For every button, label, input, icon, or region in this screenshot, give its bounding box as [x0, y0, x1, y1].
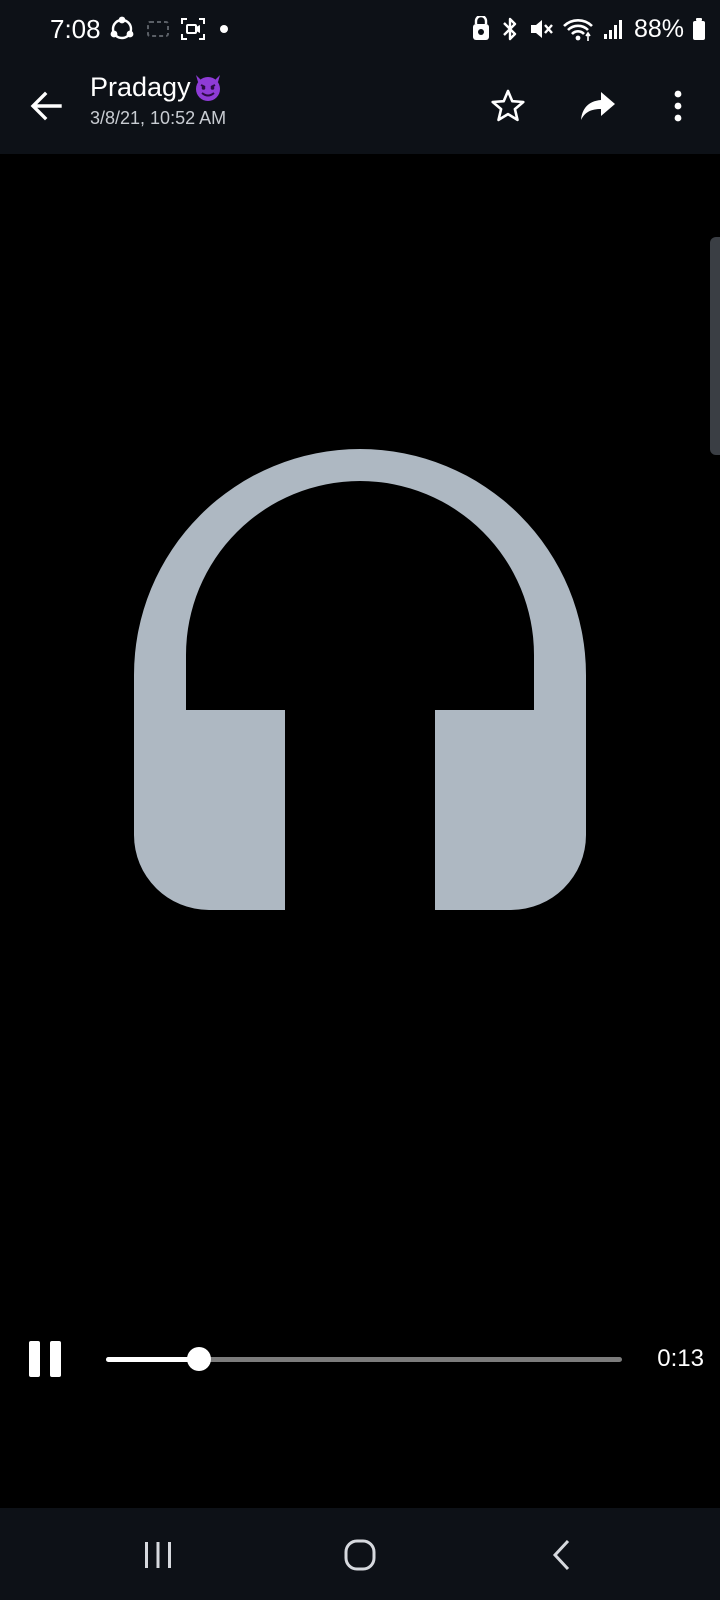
battery-percent: 88%: [633, 15, 684, 43]
back-button[interactable]: [20, 80, 72, 132]
message-date: 3/8/21, 10:52 AM: [90, 108, 227, 128]
headphones-icon: [134, 449, 586, 910]
sync-icon: [110, 16, 134, 40]
status-time: 7:08: [50, 14, 101, 44]
share-icon: [581, 92, 615, 120]
app-bar: Pradagy 3/8/21, 10:52 AM: [0, 58, 720, 154]
system-back-button[interactable]: [532, 1530, 592, 1580]
star-button[interactable]: [482, 80, 534, 132]
more-options-button[interactable]: [652, 80, 704, 132]
screen-record-icon: [147, 21, 169, 37]
seek-bar-thumb[interactable]: [186, 1347, 211, 1371]
status-bar: 7:08 88%: [0, 0, 720, 58]
navigation-bar: [0, 1508, 720, 1600]
scroll-indicator[interactable]: [710, 237, 720, 455]
home-icon: [344, 1539, 376, 1571]
conversation-title[interactable]: Pradagy 3/8/21, 10:52 AM: [90, 70, 226, 130]
status-right-icons: 88%: [470, 14, 706, 44]
pause-icon: [29, 1341, 61, 1377]
battery-icon: [693, 18, 705, 40]
home-button[interactable]: [330, 1530, 390, 1580]
contact-name: Pradagy: [90, 72, 191, 102]
arrow-left-icon: [30, 91, 62, 121]
security-icon: [472, 16, 489, 40]
screen-capture-icon: [181, 18, 205, 40]
seek-bar-progress: [106, 1357, 199, 1362]
elapsed-time: 0:13: [657, 1345, 704, 1372]
seek-bar[interactable]: [106, 1347, 622, 1371]
star-icon: [491, 89, 525, 122]
recents-icon: [145, 1542, 171, 1568]
recents-button[interactable]: [128, 1530, 188, 1580]
back-icon: [552, 1539, 570, 1571]
more-icon: [674, 90, 682, 122]
wifi-icon: [563, 19, 593, 41]
notification-dot-icon: [220, 25, 228, 33]
media-viewer-screen: 7:08 88% Pradagy 3/8/21, 10:52 AM 0:13: [0, 0, 720, 1600]
pause-button[interactable]: [20, 1334, 70, 1384]
smiling-devil-emoji-icon: [195, 74, 220, 101]
mute-icon: [530, 20, 553, 38]
bluetooth-icon: [503, 17, 517, 41]
contact-name-row: Pradagy: [90, 70, 226, 104]
status-left-icons: [108, 14, 232, 44]
share-button[interactable]: [572, 80, 624, 132]
signal-icon: [603, 20, 622, 39]
